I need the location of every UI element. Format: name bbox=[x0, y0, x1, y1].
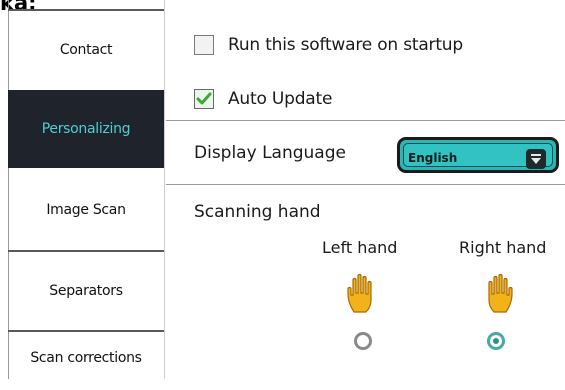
sidebar-divider bbox=[8, 330, 164, 332]
right-hand-label: Right hand bbox=[459, 238, 547, 257]
right-hand-icon bbox=[488, 273, 513, 313]
startup-checkbox-row[interactable]: Run this software on startup bbox=[194, 35, 463, 55]
sidebar-item-label: Personalizing bbox=[41, 121, 131, 137]
sidebar-right-border bbox=[164, 0, 165, 379]
language-select[interactable]: English bbox=[397, 137, 559, 173]
startup-checkbox-label: Run this software on startup bbox=[228, 35, 463, 55]
sidebar-item-separators[interactable]: Separators bbox=[8, 252, 164, 330]
sidebar: Contact Personalizing Image Scan Separat… bbox=[0, 0, 165, 379]
sidebar-item-contact[interactable]: Contact bbox=[8, 11, 164, 88]
scanning-hand-title: Scanning hand bbox=[194, 202, 321, 222]
sidebar-item-personalizing[interactable]: Personalizing bbox=[8, 90, 164, 168]
section-divider bbox=[166, 120, 565, 121]
auto-update-label: Auto Update bbox=[228, 89, 333, 109]
language-selected-value: English bbox=[408, 151, 458, 165]
auto-update-checkbox-row[interactable]: Auto Update bbox=[194, 89, 332, 109]
right-hand-radio[interactable] bbox=[487, 332, 505, 350]
left-hand-icon bbox=[347, 273, 372, 313]
left-hand-label: Left hand bbox=[322, 238, 398, 257]
checkmark-icon bbox=[196, 92, 212, 105]
auto-update-checkbox[interactable] bbox=[194, 89, 214, 109]
sidebar-item-image-scan[interactable]: Image Scan bbox=[8, 170, 164, 250]
left-hand-radio[interactable] bbox=[354, 332, 372, 350]
startup-checkbox[interactable] bbox=[194, 35, 214, 55]
sidebar-item-label: Image Scan bbox=[46, 202, 126, 218]
sidebar-item-label: Contact bbox=[59, 41, 113, 58]
sidebar-item-label: Separators bbox=[49, 283, 123, 299]
section-divider bbox=[166, 184, 565, 185]
dropdown-arrow-icon[interactable] bbox=[526, 149, 546, 169]
display-language-label: Display Language bbox=[194, 143, 346, 163]
sidebar-item-label: Scan corrections bbox=[30, 350, 142, 366]
sidebar-item-scan-corrections[interactable]: Scan corrections bbox=[8, 350, 164, 390]
language-select-field: English bbox=[403, 143, 553, 169]
